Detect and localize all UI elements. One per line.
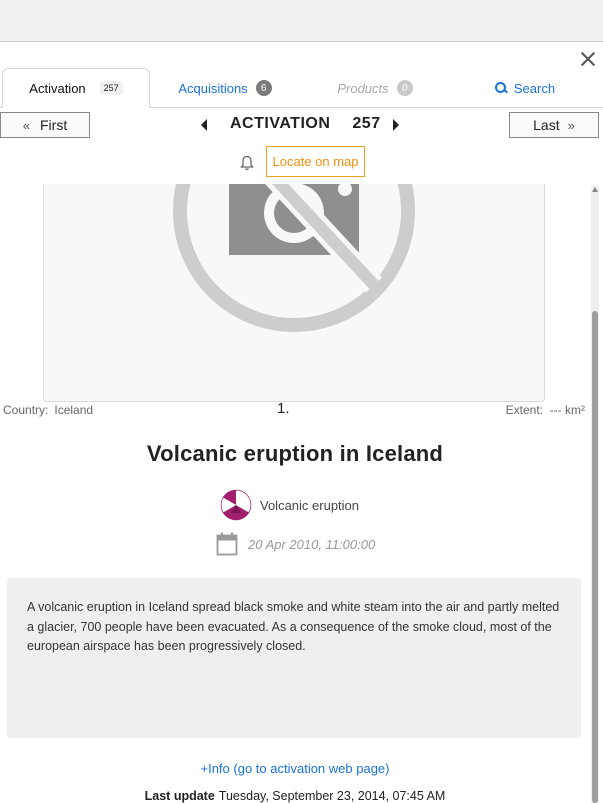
activation-detail-panel[interactable]: Country: Iceland 1. Extent: --- km² Volca…	[0, 184, 603, 803]
last-button[interactable]: Last »	[509, 112, 599, 138]
first-button[interactable]: « First	[0, 112, 90, 138]
tab-activation-count: 257	[99, 81, 123, 95]
activation-webpage-link[interactable]: +Info (go to activation web page)	[0, 761, 590, 776]
scroll-up-arrow-icon[interactable]	[592, 187, 598, 192]
extent-info: Extent: --- km²	[506, 403, 585, 417]
extent-label: Extent:	[505, 403, 543, 417]
first-button-label: First	[40, 117, 68, 133]
tab-acquisitions-label: Acquisitions	[178, 80, 248, 96]
tab-bar: Activation 257 Acquisitions 6 Products 0…	[0, 68, 603, 108]
event-title: Volcanic eruption in Iceland	[146, 441, 444, 466]
extent-value: --- km²	[549, 403, 585, 417]
next-arrow-icon[interactable]	[393, 119, 399, 131]
event-date: 20 Apr 2010, 11:00:00	[216, 531, 375, 557]
activation-heading-label: ACTIVATION	[230, 115, 331, 132]
tab-products-count: 0	[396, 80, 413, 96]
previous-arrow-icon[interactable]	[201, 119, 207, 131]
tab-activation-label: Activation	[29, 80, 86, 96]
double-chevron-left-icon: «	[22, 117, 30, 133]
tab-products[interactable]: Products 0	[320, 68, 430, 108]
last-update-value: Tuesday, September 23, 2014, 07:45 AM	[218, 789, 446, 803]
tab-products-label: Products	[337, 80, 389, 96]
tab-activation[interactable]: Activation 257	[2, 68, 150, 108]
country-value: Iceland	[54, 403, 94, 417]
calendar-icon	[216, 532, 238, 556]
activation-meta: Country: Iceland 1. Extent: --- km²	[0, 400, 590, 421]
last-update-label: Last update	[144, 789, 215, 803]
activation-image-placeholder	[43, 184, 545, 402]
country-info: Country: Iceland	[3, 403, 93, 417]
close-icon[interactable]	[579, 50, 597, 68]
search-icon	[494, 82, 507, 94]
volcano-hazard-icon	[220, 489, 252, 521]
bell-icon[interactable]	[240, 155, 254, 171]
activation-navigation: « First ACTIVATION 257 Last »	[0, 112, 603, 138]
event-description: A volcanic eruption in Iceland spread bl…	[7, 578, 581, 738]
locate-on-map-button[interactable]: Locate on map	[266, 146, 365, 177]
event-date-label: 20 Apr 2010, 11:00:00	[248, 536, 376, 552]
tab-search-label: Search	[513, 80, 556, 96]
activation-index: 1.	[277, 400, 290, 417]
scrollbar-thumb[interactable]	[592, 311, 598, 803]
tab-search[interactable]: Search	[470, 68, 580, 108]
vertical-scrollbar[interactable]	[591, 186, 599, 803]
event-type-label: Volcanic eruption	[260, 497, 360, 513]
top-toolbar	[0, 0, 603, 42]
double-chevron-right-icon: »	[567, 117, 575, 133]
last-button-label: Last	[533, 117, 560, 133]
country-label: Country:	[3, 403, 49, 417]
event-type: Volcanic eruption	[220, 489, 359, 521]
activation-heading: ACTIVATION 257	[230, 115, 381, 133]
activation-number: 257	[352, 115, 381, 132]
last-update: Last update Tuesday, September 23, 2014, …	[0, 789, 590, 803]
tab-acquisitions-count: 6	[255, 80, 272, 96]
tab-acquisitions[interactable]: Acquisitions 6	[160, 68, 290, 108]
no-image-icon	[173, 184, 415, 332]
